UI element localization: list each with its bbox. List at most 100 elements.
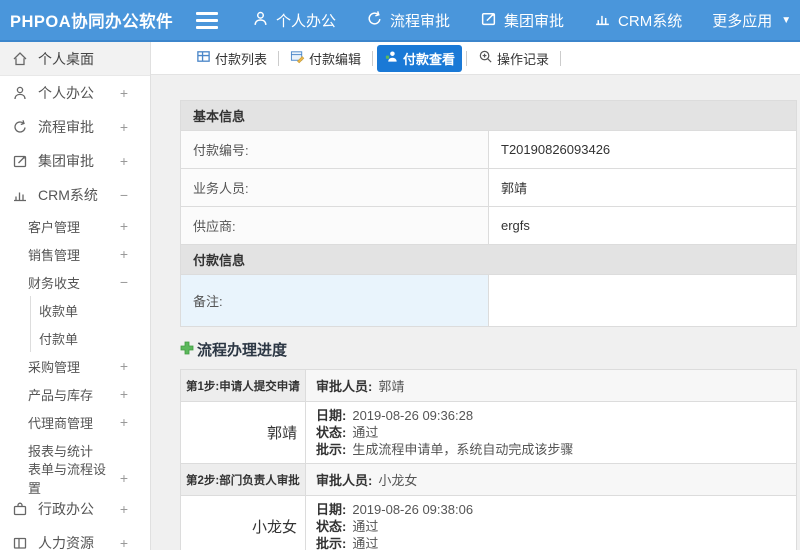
expander-icon[interactable]: − xyxy=(116,187,128,203)
nav-process-approval[interactable]: 流程审批 xyxy=(366,10,450,31)
comment-value: 通过 xyxy=(352,536,379,550)
approver-name: 小龙女 xyxy=(378,473,418,488)
sidebar-item-receipt-form[interactable]: 收款单 xyxy=(30,296,150,324)
step-detail-row: 郭靖 日期: 2019-08-26 09:36:28 状态: 通过 批示: 生成流程申… xyxy=(180,401,797,464)
sidebar-item-product-inventory[interactable]: 产品与库存 + xyxy=(0,380,150,408)
sidebar-item-label: 行政办公 xyxy=(38,501,94,517)
step-title: 第2步:部门负责人审批 xyxy=(180,463,306,496)
section-header-basic-info: 基本信息 xyxy=(180,100,797,131)
nav-group-approval[interactable]: 集团审批 xyxy=(480,10,564,31)
table-row: 备注: xyxy=(180,274,797,327)
sidebar-item-customer-mgmt[interactable]: 客户管理 + xyxy=(0,212,150,240)
expander-icon[interactable]: + xyxy=(116,85,128,101)
tab-payment-edit[interactable]: 付款编辑 xyxy=(283,45,368,72)
sidebar-item-payment-form[interactable]: 付款单 xyxy=(30,324,150,352)
field-label-remark: 备注: xyxy=(180,274,489,327)
status-label: 状态: xyxy=(316,519,347,534)
sidebar-item-personal-desktop[interactable]: 个人桌面 xyxy=(0,42,150,76)
sidebar: 个人桌面 个人办公 + 流程审批 + 集团审批 + CRM系统 − 客户管理 +… xyxy=(0,42,151,550)
date-label: 日期: xyxy=(316,408,347,423)
step-detail: 日期: 2019-08-26 09:36:28 状态: 通过 批示: 生成流程申请单，… xyxy=(305,401,797,464)
plus-icon xyxy=(180,341,194,359)
process-cycle-icon xyxy=(366,10,383,31)
sidebar-item-purchase-mgmt[interactable]: 采购管理 + xyxy=(0,352,150,380)
step-handler-name: 郭靖 xyxy=(180,401,306,464)
date-label: 日期: xyxy=(316,502,347,517)
sidebar-item-sales-mgmt[interactable]: 销售管理 + xyxy=(0,240,150,268)
comment-label: 批示: xyxy=(316,536,347,550)
sidebar-item-label: 采购管理 xyxy=(28,359,81,375)
edit-square-icon xyxy=(480,10,497,31)
nav-personal-office[interactable]: 个人办公 xyxy=(252,10,336,31)
expander-icon[interactable]: + xyxy=(116,218,128,234)
sidebar-item-process-approval[interactable]: 流程审批 + xyxy=(0,110,150,144)
expander-icon[interactable]: − xyxy=(116,274,128,290)
home-icon xyxy=(12,51,30,67)
tab-separator xyxy=(466,50,468,66)
tab-operation-log[interactable]: 操作记录 xyxy=(471,45,556,72)
main-area: 付款列表 付款编辑 付款查看 操作记录 基本信息 付款编号: T20190826… xyxy=(151,42,800,550)
sidebar-item-label: 收款单 xyxy=(39,303,79,319)
tab-label: 付款查看 xyxy=(403,51,456,67)
sidebar-item-agent-mgmt[interactable]: 代理商管理 + xyxy=(0,408,150,436)
person-icon xyxy=(12,85,30,101)
expander-icon[interactable]: + xyxy=(116,153,128,169)
comment-value: 生成流程申请单，系统自动完成该步骤 xyxy=(352,442,574,457)
date-value: 2019-08-26 09:36:28 xyxy=(352,408,474,423)
field-label-supplier: 供应商: xyxy=(180,206,489,245)
edit-square-icon xyxy=(12,153,30,169)
app-title: PHPOA协同办公软件 xyxy=(10,13,174,31)
basic-info-table: 基本信息 付款编号: T20190826093426 业务人员: 郭靖 供应商:… xyxy=(180,100,797,327)
tab-payment-list[interactable]: 付款列表 xyxy=(189,45,274,72)
nav-crm-system[interactable]: CRM系统 xyxy=(594,10,682,31)
step-header-row: 第2步:部门负责人审批 审批人员: 小龙女 xyxy=(180,463,797,496)
sidebar-item-human-resources[interactable]: 人力资源 + xyxy=(0,526,150,550)
sidebar-item-personal-office[interactable]: 个人办公 + xyxy=(0,76,150,110)
step-title: 第1步:申请人提交申请 xyxy=(180,369,306,402)
status-value: 通过 xyxy=(352,519,379,534)
sidebar-item-label: 人力资源 xyxy=(38,535,94,550)
chevron-down-icon: ▼ xyxy=(781,14,792,26)
topbar: PHPOA协同办公软件 个人办公 流程审批 集团审批 CRM系统 更多应用 ▼ xyxy=(0,0,800,42)
expander-icon[interactable]: + xyxy=(116,119,128,135)
tab-label: 操作记录 xyxy=(497,51,550,67)
tab-payment-view[interactable]: 付款查看 xyxy=(377,44,463,72)
expander-icon[interactable]: + xyxy=(116,386,128,402)
sidebar-item-finance[interactable]: 财务收支 − xyxy=(0,268,150,296)
sidebar-item-label: 个人桌面 xyxy=(38,50,94,67)
progress-table: 第1步:申请人提交申请 审批人员: 郭靖 郭靖 日期: 2019-08-26 09:… xyxy=(180,369,797,550)
expander-icon[interactable]: + xyxy=(116,535,128,550)
expander-icon[interactable]: + xyxy=(116,501,128,517)
date-value: 2019-08-26 09:38:06 xyxy=(352,502,474,517)
top-nav: 个人办公 流程审批 集团审批 CRM系统 更多应用 ▼ xyxy=(252,10,791,31)
sidebar-item-label: 代理商管理 xyxy=(28,415,94,431)
grid-table-icon xyxy=(196,49,211,67)
approver-label: 审批人员: xyxy=(316,473,373,488)
sidebar-item-crm-system[interactable]: CRM系统 − xyxy=(0,178,150,212)
expander-icon[interactable]: + xyxy=(116,246,128,262)
tab-separator xyxy=(278,50,280,66)
nav-label: 更多应用 xyxy=(712,12,773,30)
table-row: 付款编号: T20190826093426 xyxy=(180,130,797,169)
tab-label: 付款编辑 xyxy=(309,51,362,67)
nav-label: 个人办公 xyxy=(276,12,337,30)
progress-title-text: 流程办理进度 xyxy=(197,342,288,359)
person-icon xyxy=(252,10,269,31)
nav-label: CRM系统 xyxy=(618,12,683,30)
tab-bar: 付款列表 付款编辑 付款查看 操作记录 xyxy=(151,42,800,75)
sidebar-item-admin-office[interactable]: 行政办公 + xyxy=(0,492,150,526)
expander-icon[interactable]: + xyxy=(116,470,128,486)
nav-more-apps[interactable]: 更多应用 ▼ xyxy=(712,10,791,31)
bar-chart-icon xyxy=(12,187,30,203)
hamburger-menu-icon[interactable] xyxy=(196,11,218,29)
sidebar-item-group-approval[interactable]: 集团审批 + xyxy=(0,144,150,178)
sidebar-item-label: 产品与库存 xyxy=(28,387,94,403)
expander-icon[interactable]: + xyxy=(116,358,128,374)
nav-label: 流程审批 xyxy=(390,12,451,30)
expander-icon[interactable]: + xyxy=(116,414,128,430)
content: 基本信息 付款编号: T20190826093426 业务人员: 郭靖 供应商:… xyxy=(151,75,800,550)
table-row: 业务人员: 郭靖 xyxy=(180,168,797,207)
sidebar-item-form-process-settings[interactable]: 表单与流程设置 + xyxy=(0,462,150,496)
progress-section-title: 流程办理进度 xyxy=(180,339,800,360)
sidebar-item-label: 表单与流程设置 xyxy=(28,462,107,496)
